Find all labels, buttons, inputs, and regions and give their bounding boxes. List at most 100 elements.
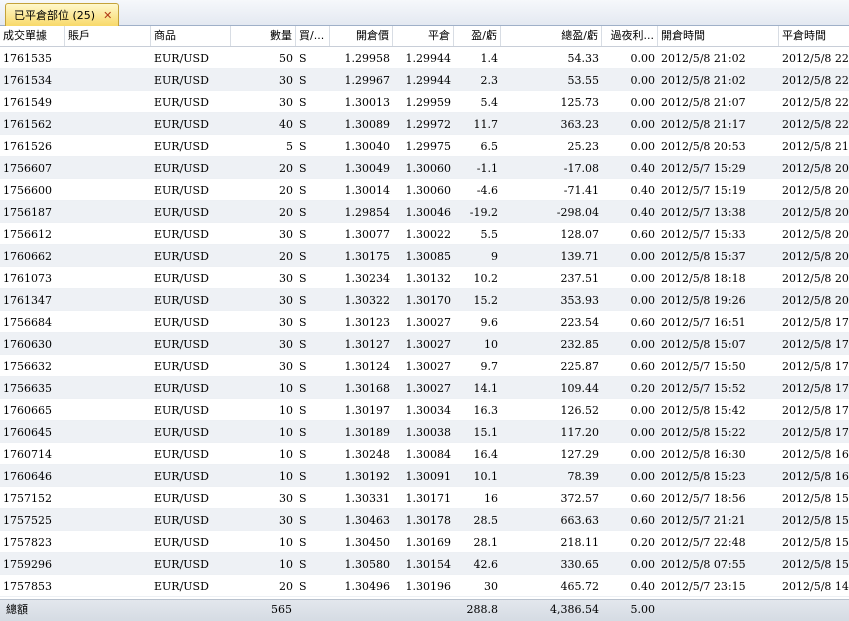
cell-open-time: 2012/5/8 21:17: [661, 118, 746, 131]
table-row[interactable]: 1759296 EUR/USD 10 S 1.30580 1.30154 42.6 330.6…: [0, 553, 849, 575]
table-row[interactable]: 1761535 EUR/USD 50 S 1.29958 1.29944 1.4 54.33 0…: [0, 47, 849, 69]
cell-rollover: 0.00: [630, 272, 656, 285]
table-row[interactable]: 1756187 EUR/USD 20 S 1.29854 1.30046 -19.2 -298…: [0, 201, 849, 223]
cell-side: S: [299, 162, 307, 175]
column-header-open-time[interactable]: 開倉時間: [658, 26, 779, 46]
cell-pips: -1.1: [476, 162, 498, 175]
table-row[interactable]: 1760630 EUR/USD 30 S 1.30127 1.30027 10 232.85 0…: [0, 333, 849, 355]
cell-open-time: 2012/5/7 16:51: [661, 316, 746, 329]
column-header-symbol[interactable]: 商品: [151, 26, 231, 46]
table-row[interactable]: 1760665 EUR/USD 10 S 1.30197 1.30034 16.3 126.5…: [0, 399, 849, 421]
table-row[interactable]: 1757525 EUR/USD 30 S 1.30463 1.30178 28.5 663.6…: [0, 509, 849, 531]
cell-close-time: 2012/5/8 14:29: [782, 580, 849, 593]
table-row[interactable]: 1760646 EUR/USD 10 S 1.30192 1.30091 10.1 78.39…: [0, 465, 849, 487]
cell-side: S: [299, 580, 307, 593]
column-header-account[interactable]: 賬戶: [65, 26, 151, 46]
table-row[interactable]: 1761073 EUR/USD 30 S 1.30234 1.30132 10.2 237.5…: [0, 267, 849, 289]
cell-account: [65, 509, 151, 530]
cell-side: S: [299, 74, 307, 87]
cell-rollover: 0.00: [630, 250, 656, 263]
cell-side: S: [299, 316, 307, 329]
close-icon[interactable]: ✕: [103, 9, 112, 22]
table-row[interactable]: 1761534 EUR/USD 30 S 1.29967 1.29944 2.3 53.55 0…: [0, 69, 849, 91]
cell-close-time: 2012/5/8 17:53: [782, 338, 849, 351]
cell-side: S: [299, 228, 307, 241]
table-row[interactable]: 1760662 EUR/USD 20 S 1.30175 1.30085 9 139.71 0.…: [0, 245, 849, 267]
cell-side: S: [299, 448, 307, 461]
cell-ticket: 1760645: [3, 426, 52, 439]
cell-symbol: EUR/USD: [154, 514, 209, 527]
cell-pips: 15.2: [473, 294, 499, 307]
cell-close-time: 2012/5/8 16:51: [782, 470, 849, 483]
cell-open-price: 1.29854: [344, 206, 391, 219]
table-row[interactable]: 1756635 EUR/USD 10 S 1.30168 1.30027 14.1 109.4…: [0, 377, 849, 399]
cell-ticket: 1757152: [3, 492, 52, 505]
cell-pips: 15.1: [473, 426, 499, 439]
cell-close-time: 2012/5/8 15:06: [782, 558, 849, 571]
tab-closed-positions[interactable]: 已平倉部位 (25) ✕: [5, 3, 120, 26]
cell-open-time: 2012/5/8 21:02: [661, 74, 746, 87]
cell-quantity: 5: [286, 140, 293, 153]
table-row[interactable]: 1760714 EUR/USD 10 S 1.30248 1.30084 16.4 127.2…: [0, 443, 849, 465]
cell-pips: 1.4: [480, 52, 499, 65]
cell-close-time: 2012/5/8 20:21: [782, 272, 849, 285]
cell-close-price: 1.29944: [405, 74, 452, 87]
table-row[interactable]: 1761562 EUR/USD 40 S 1.30089 1.29972 11.7 363.2…: [0, 113, 849, 135]
cell-close-price: 1.30169: [405, 536, 452, 549]
column-header-close-price[interactable]: 平倉: [393, 26, 454, 46]
column-header-rollover[interactable]: 過夜利...: [602, 26, 658, 46]
cell-side: S: [299, 492, 307, 505]
cell-quantity: 30: [279, 272, 293, 285]
cell-total-profit-loss: 330.65: [560, 558, 600, 571]
table-row[interactable]: 1756607 EUR/USD 20 S 1.30049 1.30060 -1.1 -17.0…: [0, 157, 849, 179]
table-row[interactable]: 1757853 EUR/USD 20 S 1.30496 1.30196 30 465.72 0…: [0, 575, 849, 597]
cell-ticket: 1760662: [3, 250, 52, 263]
cell-open-price: 1.30463: [344, 514, 391, 527]
column-header-total-profit-loss[interactable]: 總盈/虧: [501, 26, 602, 46]
cell-open-time: 2012/5/7 15:29: [661, 162, 746, 175]
table-row[interactable]: 1757823 EUR/USD 10 S 1.30450 1.30169 28.1 218.1…: [0, 531, 849, 553]
column-header-side[interactable]: 買/...: [296, 26, 330, 46]
cell-close-price: 1.30046: [405, 206, 452, 219]
column-header-quantity[interactable]: 數量: [231, 26, 296, 46]
cell-rollover: 0.00: [630, 96, 656, 109]
column-header-open-price[interactable]: 開倉價: [330, 26, 393, 46]
cell-close-time: 2012/5/8 17:52: [782, 404, 849, 417]
table-row[interactable]: 1756684 EUR/USD 30 S 1.30123 1.30027 9.6 223.54…: [0, 311, 849, 333]
cell-total-profit-loss: -71.41: [563, 184, 599, 197]
cell-account: [65, 531, 151, 552]
cell-account: [65, 179, 151, 200]
cell-account: [65, 157, 151, 178]
cell-ticket: 1757853: [3, 580, 52, 593]
cell-rollover: 0.40: [630, 580, 656, 593]
cell-pips: 6.5: [480, 140, 499, 153]
cell-account: [65, 289, 151, 310]
table-row[interactable]: 1760645 EUR/USD 10 S 1.30189 1.30038 15.1 117.2…: [0, 421, 849, 443]
cell-pips: 14.1: [473, 382, 499, 395]
table-row[interactable]: 1757152 EUR/USD 30 S 1.30331 1.30171 16 372.57 0…: [0, 487, 849, 509]
cell-open-price: 1.29967: [344, 74, 391, 87]
table-row[interactable]: 1761526 EUR/USD 5 S 1.30040 1.29975 6.5 25.23 0.…: [0, 135, 849, 157]
column-header-close-time[interactable]: 平倉時間: [779, 26, 849, 46]
cell-close-price: 1.30085: [405, 250, 452, 263]
column-header-pips[interactable]: 盈/虧: [454, 26, 501, 46]
table-row[interactable]: 1756632 EUR/USD 30 S 1.30124 1.30027 9.7 225.87…: [0, 355, 849, 377]
column-header-ticket[interactable]: 成交單據: [0, 26, 65, 46]
table-row[interactable]: 1756612 EUR/USD 30 S 1.30077 1.30022 5.5 128.07…: [0, 223, 849, 245]
cell-pips: 16.4: [473, 448, 499, 461]
cell-open-price: 1.30049: [344, 162, 391, 175]
cell-pips: 11.7: [473, 118, 499, 131]
cell-open-time: 2012/5/8 15:23: [661, 470, 746, 483]
tab-label: 已平倉部位 (25): [14, 9, 96, 22]
table-row[interactable]: 1761347 EUR/USD 30 S 1.30322 1.30170 15.2 353.9…: [0, 289, 849, 311]
totals-label: 總額: [6, 603, 28, 616]
cell-quantity: 30: [279, 360, 293, 373]
cell-quantity: 30: [279, 294, 293, 307]
cell-open-price: 1.30248: [344, 448, 391, 461]
totals-profit-loss: 4,386.54: [550, 603, 599, 616]
table-row[interactable]: 1761549 EUR/USD 30 S 1.30013 1.29959 5.4 125.73…: [0, 91, 849, 113]
cell-close-price: 1.30178: [405, 514, 452, 527]
cell-open-price: 1.30124: [344, 360, 391, 373]
cell-close-price: 1.30170: [405, 294, 452, 307]
table-row[interactable]: 1756600 EUR/USD 20 S 1.30014 1.30060 -4.6 -71.4…: [0, 179, 849, 201]
